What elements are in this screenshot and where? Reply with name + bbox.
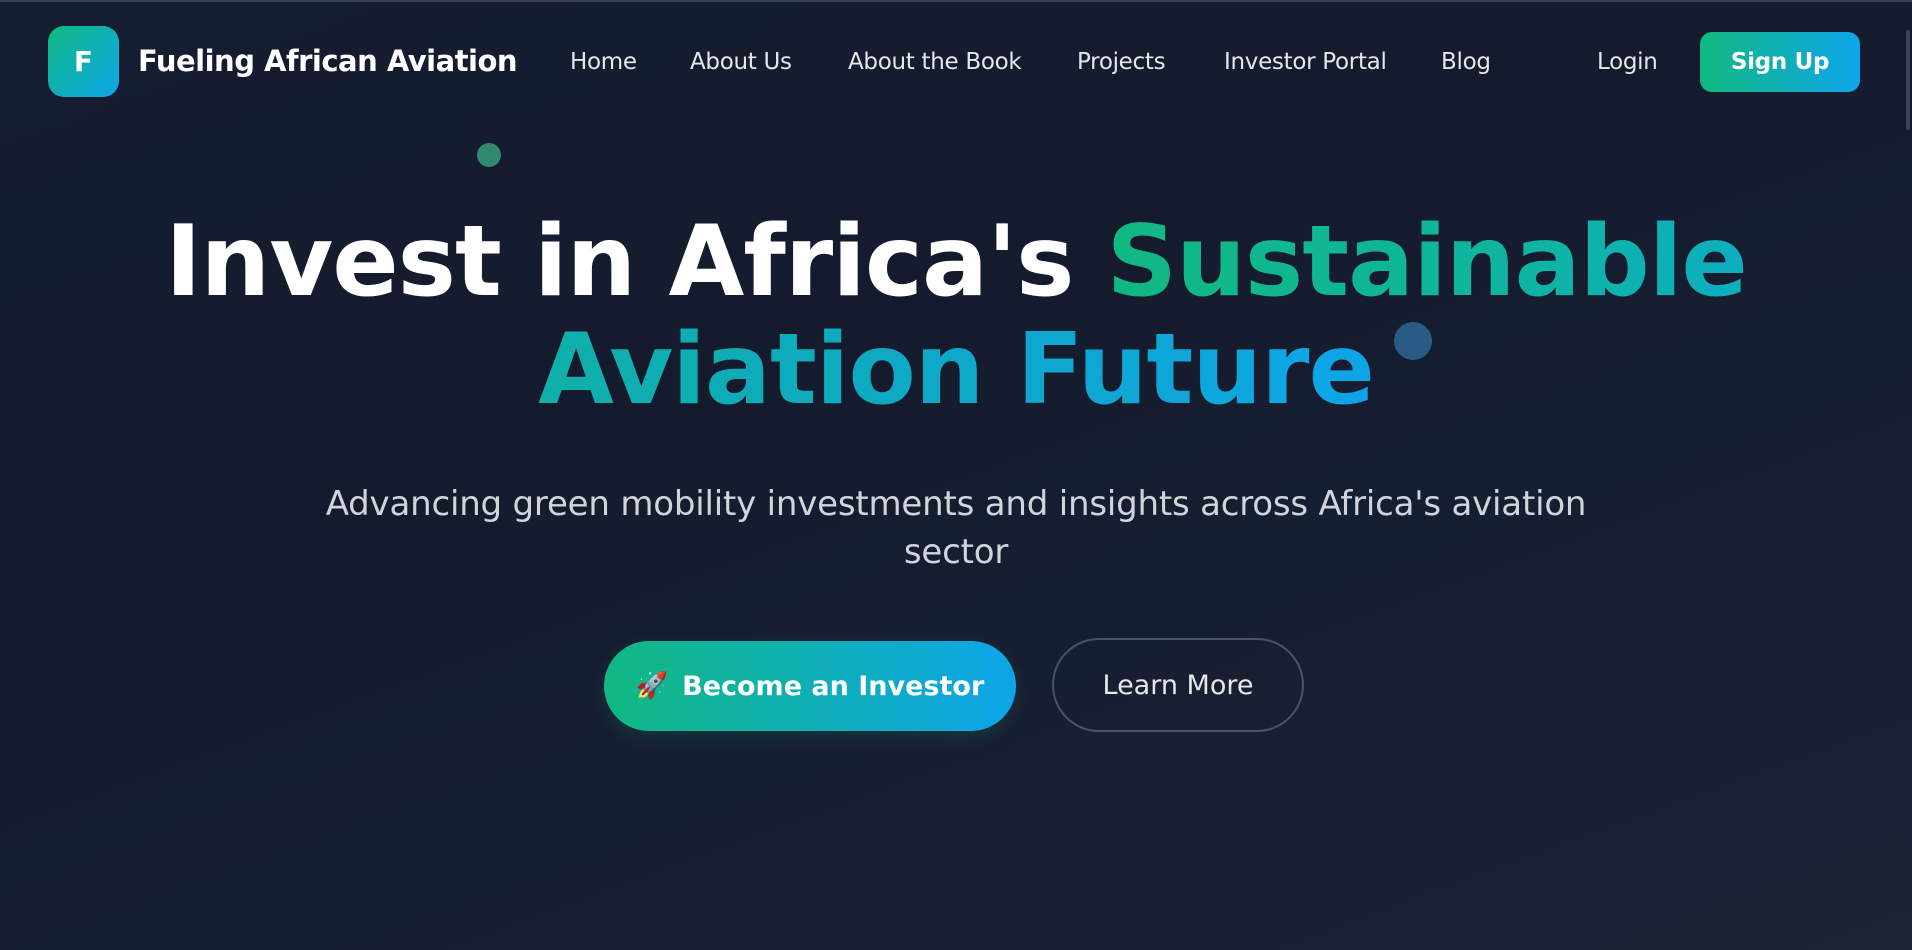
- nav-link-about-us[interactable]: About Us: [690, 44, 792, 80]
- decorative-dot: [477, 143, 501, 167]
- learn-more-button[interactable]: Learn More: [1052, 638, 1304, 732]
- hero-title-highlight-2: Aviation Future: [538, 313, 1375, 427]
- hero-title-line-2: Aviation Future: [0, 316, 1912, 424]
- login-link[interactable]: Login: [1597, 44, 1658, 80]
- rocket-icon: 🚀: [635, 671, 669, 701]
- brand-name[interactable]: Fueling African Aviation: [138, 40, 518, 82]
- nav-link-blog[interactable]: Blog: [1441, 44, 1491, 80]
- hero-title-plain: Invest in Africa's: [165, 205, 1107, 319]
- nav-link-about-the-book[interactable]: About the Book: [848, 44, 1022, 80]
- nav-link-investor-portal[interactable]: Investor Portal: [1224, 44, 1387, 80]
- hero-title-line-1: Invest in Africa's Sustainable: [0, 208, 1912, 316]
- logo-mark-icon[interactable]: F: [48, 26, 119, 97]
- become-investor-label: Become an Investor: [682, 670, 985, 702]
- hero-subtitle: Advancing green mobility investments and…: [325, 484, 1587, 572]
- nav-link-projects[interactable]: Projects: [1077, 44, 1166, 80]
- hero-title: Invest in Africa's Sustainable Aviation …: [0, 208, 1912, 424]
- signup-button[interactable]: Sign Up: [1700, 32, 1860, 92]
- become-investor-button[interactable]: 🚀 Become an Investor: [604, 641, 1016, 731]
- hero-title-highlight: Sustainable: [1106, 205, 1748, 319]
- top-navigation: F Fueling African Aviation Home About Us…: [0, 0, 1912, 124]
- nav-link-home[interactable]: Home: [570, 44, 637, 80]
